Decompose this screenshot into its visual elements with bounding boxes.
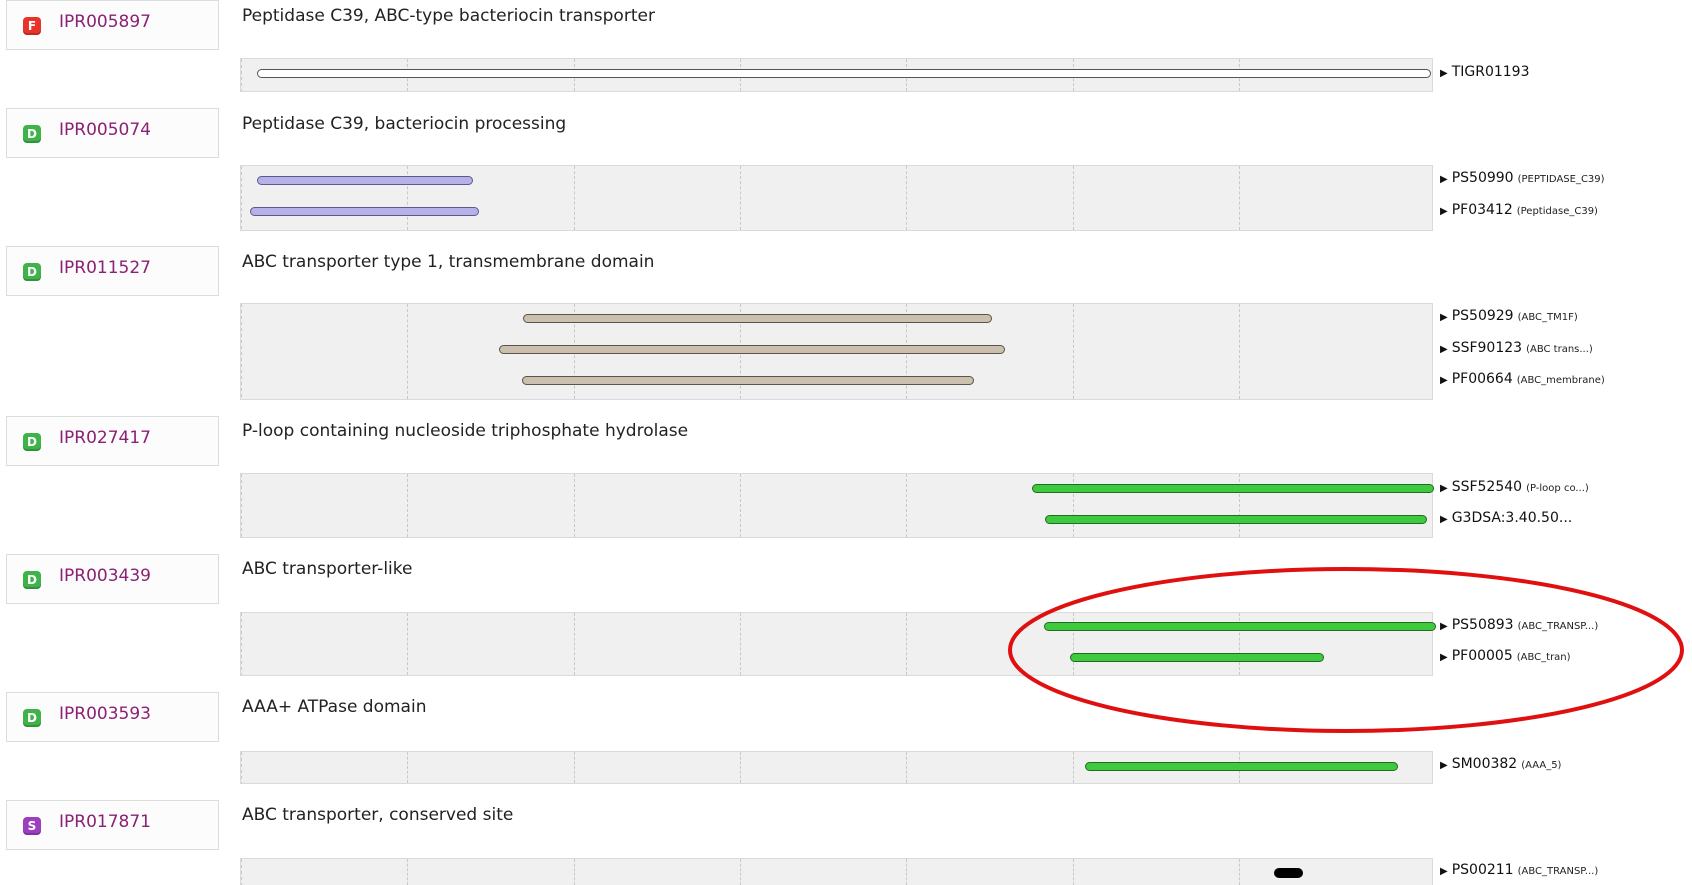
domain-badge-icon: D (23, 571, 41, 589)
signature-link[interactable]: ▶ TIGR01193 (1440, 64, 1534, 80)
entry-link[interactable]: IPR017871 (59, 812, 151, 832)
triangle-right-icon: ▶ (1440, 174, 1448, 185)
match-bar[interactable] (1274, 868, 1303, 878)
entry-title: Peptidase C39, ABC-type bacteriocin tran… (242, 6, 655, 26)
triangle-right-icon: ▶ (1440, 652, 1448, 663)
match-track (240, 303, 1433, 400)
signature-link[interactable]: ▶ SM00382 (AAA_5) (1440, 756, 1561, 772)
entry-box: S IPR017871 (6, 800, 219, 850)
domain-badge-icon: D (23, 433, 41, 451)
entry-title: Peptidase C39, bacteriocin processing (242, 114, 567, 134)
triangle-right-icon: ▶ (1440, 621, 1448, 632)
entry-title: ABC transporter-like (242, 559, 413, 579)
match-track (240, 858, 1433, 885)
triangle-right-icon: ▶ (1440, 375, 1448, 386)
match-track (240, 165, 1433, 231)
match-bar[interactable] (1085, 762, 1398, 771)
match-bar[interactable] (250, 207, 479, 216)
entry-title: P-loop containing nucleoside triphosphat… (242, 421, 689, 441)
entry-link[interactable]: IPR005897 (59, 12, 151, 32)
triangle-right-icon: ▶ (1440, 68, 1448, 79)
site-badge-icon: S (23, 817, 41, 835)
match-track (240, 751, 1433, 784)
signature-link[interactable]: ▶ PF03412 (Peptidase_C39) (1440, 202, 1598, 218)
triangle-right-icon: ▶ (1440, 866, 1448, 877)
entry-link[interactable]: IPR005074 (59, 120, 151, 140)
match-bar[interactable] (523, 314, 992, 323)
triangle-right-icon: ▶ (1440, 206, 1448, 217)
entry-title: AAA+ ATPase domain (242, 697, 427, 717)
signature-link[interactable]: ▶ PF00005 (ABC_tran) (1440, 648, 1571, 664)
family-badge-icon: F (23, 17, 41, 35)
triangle-right-icon: ▶ (1440, 483, 1448, 494)
entry-box: D IPR005074 (6, 108, 219, 158)
entry-box: D IPR003593 (6, 692, 219, 742)
match-track (240, 58, 1433, 92)
entry-box: D IPR027417 (6, 416, 219, 466)
domain-badge-icon: D (23, 709, 41, 727)
signature-link[interactable]: ▶ PS00211 (ABC_TRANSP...) (1440, 862, 1598, 878)
match-bar[interactable] (257, 176, 473, 185)
signature-link[interactable]: ▶ SSF52540 (P-loop co...) (1440, 479, 1589, 495)
entry-box: D IPR003439 (6, 554, 219, 604)
signature-link[interactable]: ▶ SSF90123 (ABC trans...) (1440, 340, 1593, 356)
signature-link[interactable]: ▶ PS50990 (PEPTIDASE_C39) (1440, 170, 1605, 186)
entry-link[interactable]: IPR027417 (59, 428, 151, 448)
entry-box: F IPR005897 (6, 0, 219, 50)
triangle-right-icon: ▶ (1440, 312, 1448, 323)
triangle-right-icon: ▶ (1440, 760, 1448, 771)
domain-badge-icon: D (23, 125, 41, 143)
match-bar[interactable] (1032, 484, 1434, 493)
entry-link[interactable]: IPR003439 (59, 566, 151, 586)
entry-title: ABC transporter type 1, transmembrane do… (242, 252, 655, 272)
entry-box: D IPR011527 (6, 246, 219, 296)
domain-badge-icon: D (23, 263, 41, 281)
match-bar[interactable] (257, 69, 1431, 78)
signature-link[interactable]: ▶ PS50929 (ABC_TM1F) (1440, 308, 1578, 324)
match-bar[interactable] (499, 345, 1005, 354)
signature-link[interactable]: ▶ PS50893 (ABC_TRANSP...) (1440, 617, 1598, 633)
match-track (240, 473, 1434, 538)
match-bar[interactable] (1070, 653, 1324, 662)
match-bar[interactable] (1044, 622, 1436, 631)
triangle-right-icon: ▶ (1440, 514, 1448, 525)
match-bar[interactable] (522, 376, 974, 385)
entry-title: ABC transporter, conserved site (242, 805, 514, 825)
signature-link[interactable]: ▶ G3DSA:3.40.50... (1440, 510, 1576, 526)
entry-link[interactable]: IPR011527 (59, 258, 151, 278)
entry-link[interactable]: IPR003593 (59, 704, 151, 724)
signature-link[interactable]: ▶ PF00664 (ABC_membrane) (1440, 371, 1605, 387)
triangle-right-icon: ▶ (1440, 344, 1448, 355)
match-track (240, 612, 1436, 676)
match-bar[interactable] (1045, 515, 1427, 524)
